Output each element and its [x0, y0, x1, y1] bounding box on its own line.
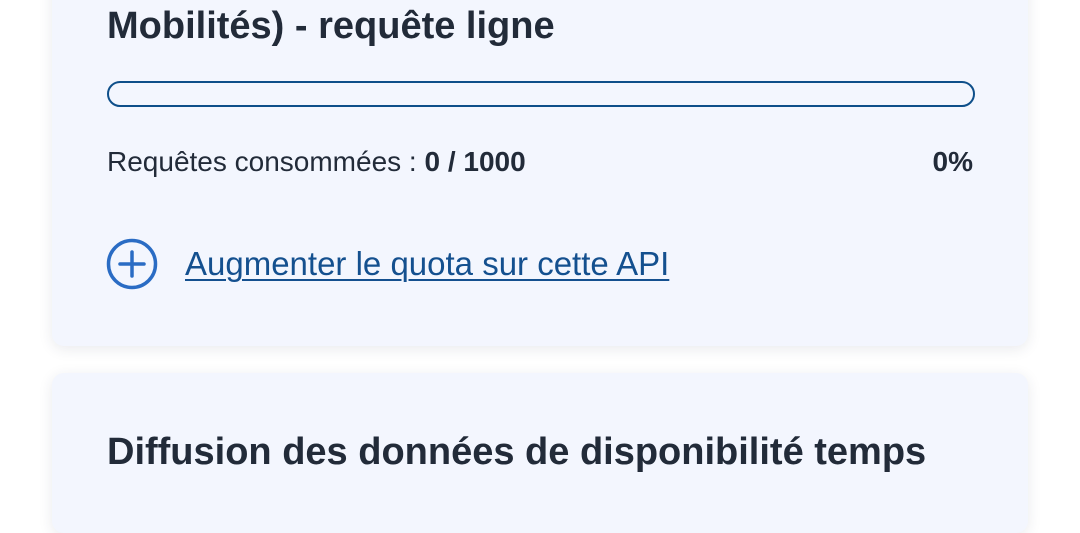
usage-count: 0 / 1000 [424, 146, 526, 177]
quota-progress-bar [107, 81, 975, 107]
card-title: Diffusion des données de disponibilité t… [107, 431, 927, 473]
usage-label: Requêtes consommées : [107, 146, 425, 177]
card-title: Mobilités) - requête ligne [107, 5, 555, 47]
usage-row: Requêtes consommées : 0 / 1000 0% [107, 144, 975, 180]
next-api-card: Diffusion des données de disponibilité t… [52, 373, 1028, 533]
usage-percent: 0% [932, 146, 973, 177]
usage-text: Requêtes consommées : 0 / 1000 [107, 146, 526, 178]
api-quota-card: Mobilités) - requête ligne Requêtes cons… [52, 0, 1028, 346]
plus-circle-icon [106, 238, 158, 290]
increase-quota-link[interactable]: Augmenter le quota sur cette API [106, 238, 669, 290]
increase-quota-label: Augmenter le quota sur cette API [185, 245, 670, 282]
